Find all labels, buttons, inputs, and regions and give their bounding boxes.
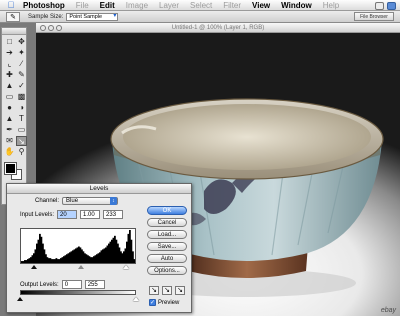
levels-dialog: Levels Channel: Blue ↕ Input Levels: 20 …	[6, 183, 192, 313]
menu-help[interactable]: Help	[323, 1, 339, 10]
save-button[interactable]: Save...	[147, 242, 187, 251]
pen-tool-icon[interactable]: ✒	[4, 125, 15, 135]
color-swatches	[2, 161, 26, 185]
ok-button[interactable]: OK	[147, 206, 187, 215]
input-levels-label: Input Levels:	[20, 211, 55, 218]
input-white-slider[interactable]	[123, 265, 129, 269]
display-icon[interactable]	[387, 1, 396, 10]
output-levels-row: Output Levels: 0 255	[20, 280, 105, 289]
input-levels-row: Input Levels: 20 1.00 233	[20, 210, 124, 219]
type-tool-icon[interactable]: T	[16, 114, 27, 124]
slice-tool-icon[interactable]: ∕	[16, 59, 27, 69]
foreground-color-swatch[interactable]	[4, 162, 17, 175]
input-gamma-field[interactable]: 1.00	[80, 210, 101, 219]
healing-brush-tool-icon[interactable]: ✚	[4, 70, 15, 80]
channel-label: Channel:	[35, 198, 60, 204]
input-gamma-slider[interactable]	[78, 265, 84, 269]
output-black-slider[interactable]	[17, 297, 23, 301]
path-selection-tool-icon[interactable]: ▲	[4, 114, 15, 124]
eyedropper-tool-preset-icon[interactable]: ✎	[6, 11, 20, 22]
gradient-tool-icon[interactable]: ▩	[16, 92, 27, 102]
apple-menu-icon[interactable]: 	[5, 0, 17, 11]
updown-arrows-icon: ↕	[110, 197, 118, 205]
channel-row: Channel: Blue ↕	[35, 197, 119, 205]
shape-tool-icon[interactable]: ▭	[16, 125, 27, 135]
blur-tool-icon[interactable]: ●	[4, 103, 15, 113]
lasso-tool-icon[interactable]: ➔	[4, 48, 15, 58]
menu-extras	[375, 0, 396, 11]
white-eyedropper-icon[interactable]: ↘	[175, 286, 185, 295]
options-button[interactable]: Options...	[147, 266, 187, 275]
channel-select[interactable]: Blue ↕	[62, 197, 119, 205]
battery-icon[interactable]	[375, 1, 384, 10]
zoom-tool-icon[interactable]: ⚲	[16, 147, 27, 157]
histogram-graph	[21, 230, 135, 263]
levels-title[interactable]: Levels	[7, 184, 191, 194]
tools-title-bar[interactable]	[2, 28, 26, 35]
notes-tool-icon[interactable]: ✉	[4, 136, 15, 146]
menu-filter[interactable]: Filter	[223, 1, 241, 10]
tools-panel: □ ✥ ➔ ✦ ⌞ ∕ ✚ ✎ ▲ ✓ ▭ ▩ ● ◑ ▲ T ✒ ▭ ✉ ↘ …	[1, 27, 27, 205]
output-black-field[interactable]: 0	[61, 280, 82, 289]
preview-checkbox[interactable]: ✓	[149, 299, 156, 306]
move-tool-icon[interactable]: ✥	[16, 37, 27, 47]
menu-select[interactable]: Select	[190, 1, 212, 10]
load-button[interactable]: Load...	[147, 230, 187, 239]
marquee-tool-icon[interactable]: □	[4, 37, 15, 47]
output-gradient-bar	[20, 290, 136, 295]
tool-grid: □ ✥ ➔ ✦ ⌞ ∕ ✚ ✎ ▲ ✓ ▭ ▩ ● ◑ ▲ T ✒ ▭ ✉ ↘ …	[2, 35, 27, 157]
hand-tool-icon[interactable]: ✋	[4, 147, 15, 157]
auto-button[interactable]: Auto	[147, 254, 187, 263]
menu-image[interactable]: Image	[126, 1, 148, 10]
black-eyedropper-icon[interactable]: ↘	[149, 286, 159, 295]
eyedropper-buttons: ↘ ↘ ↘	[149, 286, 185, 295]
document-title-bar[interactable]: Untitled-1 @ 100% (Layer 1, RGB)	[36, 23, 400, 33]
menu-app-name[interactable]: Photoshop	[23, 1, 65, 10]
histogram-bar	[133, 259, 135, 263]
brush-tool-icon[interactable]: ✎	[16, 70, 27, 80]
output-white-field[interactable]: 255	[84, 280, 105, 289]
dodge-tool-icon[interactable]: ◑	[16, 103, 27, 113]
menu-edit[interactable]: Edit	[100, 1, 115, 10]
palette-well[interactable]: File Browser	[354, 12, 394, 21]
output-white-slider[interactable]	[133, 297, 139, 301]
menu-window[interactable]: Window	[281, 1, 312, 10]
cancel-button[interactable]: Cancel	[147, 218, 187, 227]
watermark-text: ebay	[380, 307, 396, 314]
eraser-tool-icon[interactable]: ▭	[4, 92, 15, 102]
preview-label: Preview	[158, 299, 180, 306]
input-white-field[interactable]: 233	[103, 210, 124, 219]
sample-size-select[interactable]: Point Sample	[66, 12, 119, 21]
gray-eyedropper-icon[interactable]: ↘	[162, 286, 172, 295]
menu-file[interactable]: File	[76, 1, 89, 10]
levels-buttons: OK Cancel Load... Save... Auto Options..…	[147, 206, 187, 275]
document-title: Untitled-1 @ 100% (Layer 1, RGB)	[171, 25, 265, 31]
histogram	[20, 228, 136, 264]
magic-wand-tool-icon[interactable]: ✦	[16, 48, 27, 58]
crop-tool-icon[interactable]: ⌞	[4, 59, 15, 69]
input-black-field[interactable]: 20	[57, 210, 78, 219]
output-levels-label: Output Levels:	[20, 281, 59, 288]
options-bar: ✎ Sample Size: Point Sample File Browser	[0, 11, 400, 23]
menu-view[interactable]: View	[252, 1, 270, 10]
menu-bar:  Photoshop File Edit Image Layer Select…	[0, 0, 400, 11]
input-black-slider[interactable]	[31, 265, 37, 269]
history-brush-tool-icon[interactable]: ✓	[16, 81, 27, 91]
preview-row: ✓ Preview	[149, 299, 179, 306]
stamp-tool-icon[interactable]: ▲	[4, 81, 15, 91]
eyedropper-tool-icon[interactable]: ↘	[16, 136, 27, 146]
sample-size-label: Sample Size:	[28, 13, 64, 20]
channel-value: Blue	[66, 198, 79, 204]
menu-layer[interactable]: Layer	[159, 1, 179, 10]
